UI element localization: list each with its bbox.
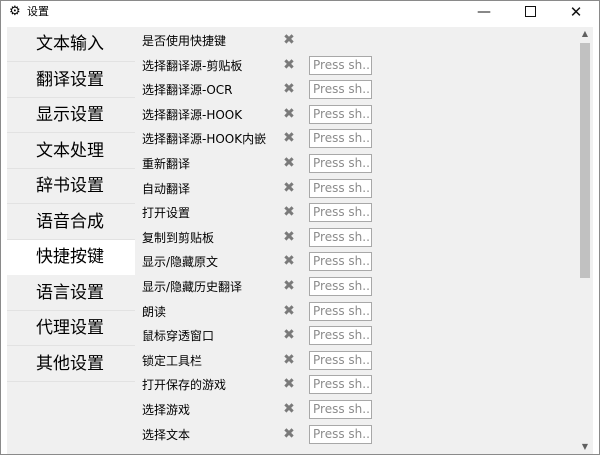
hotkey-row: 重新翻译 ✖ Press sh... xyxy=(135,152,577,177)
gear-icon: ⚙ xyxy=(9,4,21,19)
hotkey-label: 显示/隐藏原文 xyxy=(142,255,219,270)
hotkey-row: 打开设置 ✖ Press sh... xyxy=(135,201,577,226)
sidebar-item-0[interactable]: 文本输入 xyxy=(7,27,135,62)
hotkey-label: 选择翻译源-剪贴板 xyxy=(142,58,243,73)
hotkey-list: 是否使用快捷键 ✖ 选择翻译源-剪贴板 ✖ Press sh... 选择翻译源-OCR ✖ P… xyxy=(135,27,577,454)
hotkey-label: 朗读 xyxy=(142,304,167,319)
minimize-icon: — xyxy=(477,4,491,20)
hotkey-label: 是否使用快捷键 xyxy=(142,34,227,48)
hotkey-row: 选择文本 ✖ Press sh... xyxy=(135,423,577,448)
hotkey-input[interactable]: Press sh... xyxy=(309,375,372,395)
hotkey-label: 选择翻译源-HOOK内嵌 xyxy=(142,132,267,147)
hotkey-input[interactable]: Press sh... xyxy=(309,400,372,419)
title-bar[interactable]: ⚙ 设置 — ✕ xyxy=(1,1,599,23)
hotkey-label: 自动翻译 xyxy=(142,181,191,196)
clear-hotkey-icon[interactable]: ✖ xyxy=(281,57,297,73)
hotkey-row: 选择游戏 ✖ Press sh... xyxy=(135,398,577,423)
sidebar-item-6[interactable]: 快捷按键 xyxy=(7,240,135,275)
hotkey-row: 选择翻译源-OCR ✖ Press sh... xyxy=(135,78,577,103)
hotkey-input[interactable]: Press sh... xyxy=(309,424,372,444)
hotkey-label: 鼠标穿透窗口 xyxy=(142,329,215,344)
clear-hotkey-icon[interactable]: ✖ xyxy=(281,130,297,146)
clear-hotkey-icon[interactable]: ✖ xyxy=(281,327,297,343)
settings-window: ⚙ 设置 — ✕ 文本输入 翻译设置 显示设置 文本处理 辞书设置 语音合成 快捷按键 语言设… xyxy=(0,0,600,455)
sidebar-item-3[interactable]: 文本处理 xyxy=(7,134,135,169)
scroll-up-icon: ▲ xyxy=(581,29,589,38)
hotkey-label: 复制到剪贴板 xyxy=(142,230,215,245)
hotkey-row: 自动翻译 ✖ Press sh... xyxy=(135,177,577,202)
clear-hotkey-icon[interactable]: ✖ xyxy=(281,32,297,48)
hotkey-row: 鼠标穿透窗口 ✖ Press sh... xyxy=(135,324,577,349)
clear-hotkey-icon[interactable]: ✖ xyxy=(281,278,297,294)
hotkey-row: 朗读 ✖ Press sh... xyxy=(135,300,577,325)
settings-body: 文本输入 翻译设置 显示设置 文本处理 辞书设置 语音合成 快捷按键 语言设置 代理设置 其他设置… xyxy=(1,24,599,454)
clear-hotkey-icon[interactable]: ✖ xyxy=(281,352,297,368)
sidebar-item-9[interactable]: 其他设置 xyxy=(7,347,135,382)
window-title: 设置 xyxy=(27,5,49,18)
hotkey-input[interactable]: Press sh... xyxy=(309,154,372,173)
clear-hotkey-icon[interactable]: ✖ xyxy=(281,204,297,220)
clear-hotkey-icon[interactable]: ✖ xyxy=(281,81,297,97)
hotkey-input[interactable]: Press sh... xyxy=(309,227,372,247)
maximize-icon xyxy=(524,5,536,17)
hotkey-label: 打开保存的游戏 xyxy=(142,378,227,393)
hotkey-input[interactable]: Press sh... xyxy=(309,55,372,75)
hotkey-label: 选择文本 xyxy=(142,427,191,442)
sidebar-item-2[interactable]: 显示设置 xyxy=(7,98,135,133)
hotkey-input[interactable]: Press sh... xyxy=(309,203,372,223)
clear-hotkey-icon[interactable]: ✖ xyxy=(281,303,297,319)
hotkey-label: 锁定工具栏 xyxy=(142,353,203,368)
hotkey-input[interactable]: Press sh... xyxy=(309,129,372,149)
hotkey-input[interactable]: Press sh... xyxy=(309,350,372,370)
minimize-button[interactable]: — xyxy=(461,1,507,23)
hotkey-row: 复制到剪贴板 ✖ Press sh... xyxy=(135,226,577,251)
hotkey-label: 选择游戏 xyxy=(142,403,191,417)
hotkey-row: 显示/隐藏历史翻译 ✖ Press sh... xyxy=(135,275,577,300)
maximize-button[interactable] xyxy=(507,1,553,23)
hotkey-row: 选择翻译源-剪贴板 ✖ Press sh... xyxy=(135,54,577,79)
hotkey-label: 选择翻译源-HOOK xyxy=(142,107,243,122)
hotkey-label: 选择翻译源-OCR xyxy=(142,83,233,98)
hotkey-row: 选择翻译源-HOOK ✖ Press sh... xyxy=(135,103,577,128)
clear-hotkey-icon[interactable]: ✖ xyxy=(281,253,297,269)
scroll-down-icon: ▼ xyxy=(581,442,589,451)
hotkey-input[interactable]: Press sh... xyxy=(309,104,372,124)
scroll-thumb[interactable] xyxy=(580,43,590,278)
clear-hotkey-icon[interactable]: ✖ xyxy=(281,229,297,245)
sidebar-item-4[interactable]: 辞书设置 xyxy=(7,169,135,204)
vertical-scrollbar[interactable]: ▲ ▼ xyxy=(577,27,593,454)
close-button[interactable]: ✕ xyxy=(553,1,599,23)
clear-hotkey-icon[interactable]: ✖ xyxy=(281,426,297,442)
clear-hotkey-icon[interactable]: ✖ xyxy=(281,155,297,171)
clear-hotkey-icon[interactable]: ✖ xyxy=(281,376,297,392)
hotkey-label: 打开设置 xyxy=(142,206,191,221)
hotkey-row: 是否使用快捷键 ✖ xyxy=(135,29,577,54)
hotkey-input[interactable]: Press sh... xyxy=(309,277,372,296)
sidebar: 文本输入 翻译设置 显示设置 文本处理 辞书设置 语音合成 快捷按键 语言设置 代理设置 其他设置 xyxy=(7,27,135,454)
clear-hotkey-icon[interactable]: ✖ xyxy=(281,180,297,196)
hotkey-input[interactable]: Press sh... xyxy=(309,326,372,346)
hotkey-row: 锁定工具栏 ✖ Press sh... xyxy=(135,349,577,374)
clear-hotkey-icon[interactable]: ✖ xyxy=(281,401,297,417)
scroll-down-button[interactable]: ▼ xyxy=(577,440,593,454)
hotkey-label: 重新翻译 xyxy=(142,157,191,171)
hotkey-row: 打开保存的游戏 ✖ Press sh... xyxy=(135,373,577,398)
hotkey-row: 选择翻译源-HOOK内嵌 ✖ Press sh... xyxy=(135,127,577,152)
close-icon: ✕ xyxy=(569,3,583,21)
hotkey-input[interactable]: Press sh... xyxy=(309,301,372,321)
clear-hotkey-icon[interactable]: ✖ xyxy=(281,106,297,122)
hotkey-row: 显示/隐藏原文 ✖ Press sh... xyxy=(135,250,577,275)
hotkey-label: 显示/隐藏历史翻译 xyxy=(142,280,243,294)
sidebar-item-7[interactable]: 语言设置 xyxy=(7,276,135,311)
hotkey-input[interactable]: Press sh... xyxy=(309,178,372,198)
hotkey-input[interactable]: Press sh... xyxy=(309,252,372,272)
sidebar-item-1[interactable]: 翻译设置 xyxy=(7,63,135,98)
scroll-up-button[interactable]: ▲ xyxy=(577,27,593,41)
sidebar-item-5[interactable]: 语音合成 xyxy=(7,205,135,240)
sidebar-item-8[interactable]: 代理设置 xyxy=(7,311,135,346)
hotkey-input[interactable]: Press sh... xyxy=(309,80,372,100)
